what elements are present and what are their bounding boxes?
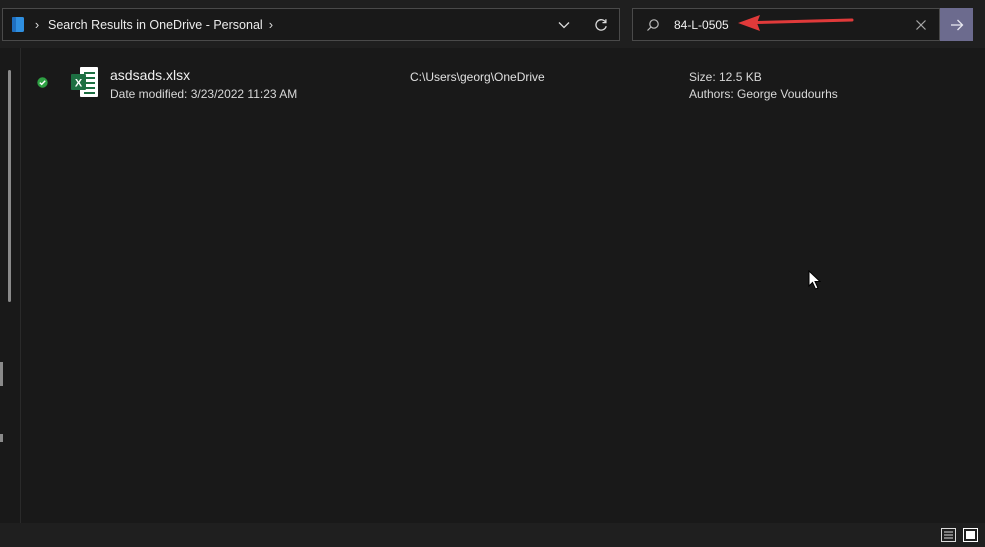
annotation-arrow xyxy=(738,15,854,31)
nav-scrollbar[interactable] xyxy=(8,70,11,302)
refresh-icon[interactable] xyxy=(592,16,610,34)
chevron-down-icon[interactable] xyxy=(554,17,574,33)
search-input[interactable]: 84-L-0505 xyxy=(674,18,729,32)
file-authors: Authors: George Voudourhs xyxy=(689,87,838,101)
breadcrumb-chevron-icon[interactable]: › xyxy=(30,17,44,32)
file-size: Size: 12.5 KB xyxy=(689,70,762,84)
file-name[interactable]: asdsads.xlsx xyxy=(110,67,190,83)
address-bar[interactable]: › Search Results in OneDrive - Personal … xyxy=(2,8,620,41)
top-bar: › Search Results in OneDrive - Personal … xyxy=(0,0,985,48)
search-icon xyxy=(646,18,660,32)
search-go-button[interactable] xyxy=(940,8,973,41)
svg-text:X: X xyxy=(75,78,83,90)
file-explorer-window: › Search Results in OneDrive - Personal … xyxy=(0,0,985,547)
arrow-right-icon xyxy=(950,19,963,30)
onedrive-folder-icon xyxy=(12,17,24,32)
nav-pane-edge xyxy=(0,434,3,442)
mouse-cursor-icon xyxy=(808,270,821,290)
close-icon[interactable] xyxy=(914,18,928,32)
result-row[interactable]: X asdsads.xlsx Date modified: 3/23/2022 … xyxy=(22,60,985,108)
nav-pane-edge xyxy=(0,362,3,386)
file-date-modified: Date modified: 3/23/2022 11:23 AM xyxy=(110,87,298,101)
status-bar xyxy=(0,523,985,547)
breadcrumb-chevron-icon[interactable]: › xyxy=(269,17,273,32)
results-pane: X asdsads.xlsx Date modified: 3/23/2022 … xyxy=(22,48,985,523)
excel-file-icon: X xyxy=(71,66,99,98)
breadcrumb-search-results[interactable]: Search Results in OneDrive - Personal xyxy=(48,18,263,32)
details-view-icon[interactable] xyxy=(941,528,956,542)
large-icons-view-icon[interactable] xyxy=(963,528,978,542)
navigation-pane xyxy=(0,48,21,523)
file-path: C:\Users\georg\OneDrive xyxy=(410,70,545,84)
sync-ok-icon xyxy=(37,77,48,88)
